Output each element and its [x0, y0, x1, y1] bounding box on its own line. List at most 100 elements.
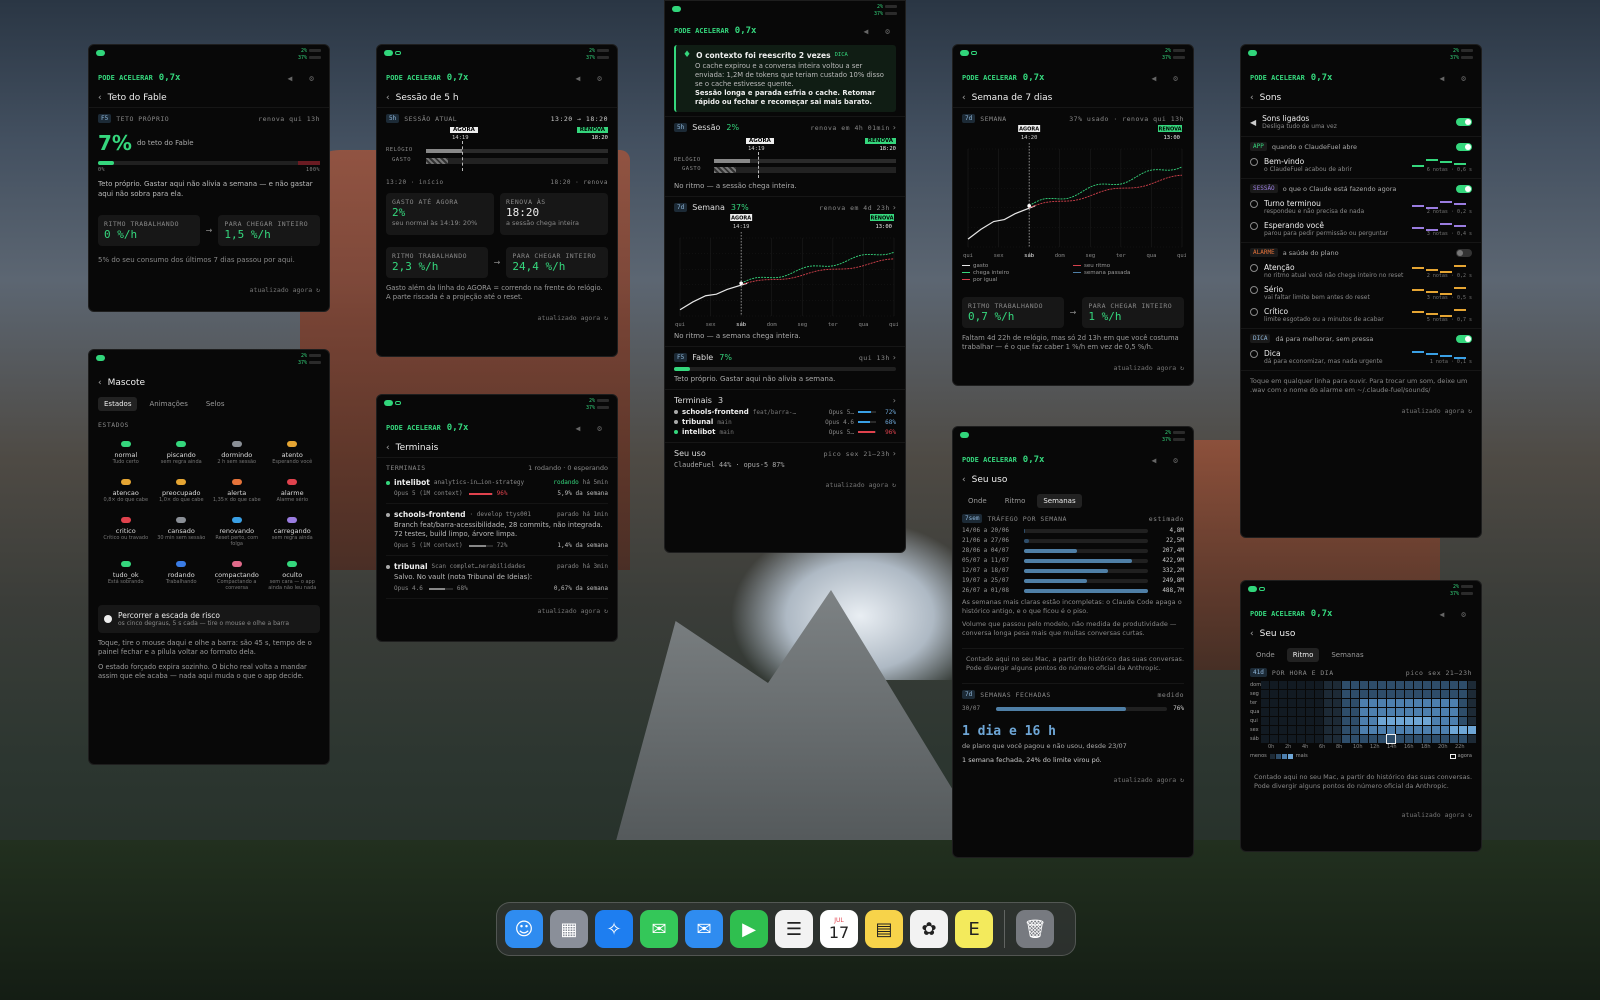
mascote-state[interactable]: atento Esperando você: [265, 441, 321, 465]
mascote-state[interactable]: atencao 0,8× do que cabe: [98, 479, 154, 503]
mascote-state[interactable]: dormindo 2 h sem sessão: [209, 441, 265, 465]
sound-settings-icon[interactable]: ◀ ⚙: [576, 424, 608, 433]
sound-item[interactable]: Atenção no ritmo atual você não chega int…: [1250, 263, 1472, 279]
usage-row[interactable]: Seu uso pico sex 21–23h › ClaudeFuel 44% ·…: [665, 442, 905, 475]
back-icon[interactable]: ‹: [386, 443, 390, 453]
mascote-state[interactable]: normal Tudo certo: [98, 441, 154, 465]
mascote-state[interactable]: tudo_ok Está sobrando: [98, 561, 154, 591]
notes-icon[interactable]: ▤: [865, 910, 903, 948]
tab-semanas[interactable]: Semanas: [1325, 648, 1369, 662]
back-icon[interactable]: ‹: [1250, 93, 1254, 103]
group-toggle[interactable]: [1456, 142, 1472, 151]
play-icon[interactable]: [1250, 158, 1258, 166]
mascote-state[interactable]: preocupado 1,0× do que cabe: [154, 479, 210, 503]
back-icon[interactable]: ‹: [386, 93, 390, 103]
tab-onde[interactable]: Onde: [1250, 648, 1281, 662]
reminders-icon[interactable]: ☰: [775, 910, 813, 948]
trash-icon[interactable]: 🗑: [1016, 910, 1054, 948]
terminal-item[interactable]: intelibot analytics-in…ion-strategy rodand…: [386, 472, 608, 504]
heat-cell: [1468, 717, 1477, 725]
terminal-item[interactable]: tribunal Scan complet…nerabilidades parado…: [386, 556, 608, 599]
group-toggle[interactable]: [1456, 248, 1472, 257]
sound-settings-icon[interactable]: ◀ ⚙: [576, 74, 608, 83]
dock-glyph: ✉: [651, 918, 667, 940]
mail-icon[interactable]: ✉: [685, 910, 723, 948]
play-icon[interactable]: [1250, 264, 1258, 272]
tab-ritmo[interactable]: Ritmo: [999, 494, 1032, 508]
back-icon[interactable]: ‹: [98, 93, 102, 103]
play-icon[interactable]: [1250, 200, 1258, 208]
terminals-row[interactable]: Terminais 3 › schools-frontend feat/barra-……: [665, 389, 905, 442]
group-toggle[interactable]: [1456, 184, 1472, 193]
week-bar: [1024, 528, 1148, 533]
sound-settings-icon[interactable]: ◀ ⚙: [864, 27, 896, 36]
tab-ritmo[interactable]: Ritmo: [1286, 648, 1320, 662]
mascote-state[interactable]: oculto sem cara — o app ainda não leu nad…: [265, 561, 321, 591]
safari-icon[interactable]: ✧: [595, 910, 633, 948]
terminal-summary-row[interactable]: intelibot main Opus 5… 96%: [674, 428, 896, 436]
play-icon[interactable]: [1250, 308, 1258, 316]
refresh-icon[interactable]: ↻: [1468, 811, 1472, 819]
terminal-summary-row[interactable]: tribunal main Opus 4.6 68%: [674, 418, 896, 426]
sound-settings-icon[interactable]: ◀ ⚙: [1152, 74, 1184, 83]
week-range: 21/06 a 27/06: [962, 537, 1009, 544]
refresh-icon[interactable]: ↻: [1180, 776, 1184, 784]
sound-settings-icon[interactable]: ◀ ⚙: [288, 74, 320, 83]
sound-item[interactable]: Bem-vindo o ClaudeFuel acabou de abrir 6 n…: [1250, 157, 1472, 173]
sound-item[interactable]: Dica dá para economizar, mas nada urgente…: [1250, 349, 1472, 365]
terminal-item[interactable]: schools-frontend · develop ttys001 parado h…: [386, 504, 608, 556]
back-icon[interactable]: ‹: [962, 93, 966, 103]
mascote-state[interactable]: alerta 1,35× do que cabe: [209, 479, 265, 503]
launchpad-icon[interactable]: ▦: [550, 910, 588, 948]
sound-settings-icon[interactable]: ◀ ⚙: [1152, 456, 1184, 465]
sound-master-row[interactable]: ◀ Sons ligados Desliga tudo de uma vez: [1241, 108, 1481, 137]
risk-ladder-button[interactable]: Percorrer a escada de risco os cinco degr…: [98, 605, 320, 633]
photos-icon[interactable]: ✿: [910, 910, 948, 948]
play-icon[interactable]: [1250, 222, 1258, 230]
facetime-icon[interactable]: ▶: [730, 910, 768, 948]
sound-item[interactable]: Sério vai faltar limite bem antes do rese…: [1250, 285, 1472, 301]
mascote-state[interactable]: carregando sem regra ainda: [265, 517, 321, 547]
session-row[interactable]: 5h Sessão 2% renova em 4h 01min › AGORA 14:1…: [665, 116, 905, 196]
tab-selos[interactable]: Selos: [200, 397, 231, 411]
refresh-icon[interactable]: ↻: [316, 286, 320, 294]
play-icon[interactable]: [1250, 350, 1258, 358]
mascote-state[interactable]: critico Crítico ou travado: [98, 517, 154, 547]
calendar-icon[interactable]: JUL 17: [820, 910, 858, 948]
sound-item[interactable]: Esperando você parou para pedir permissão…: [1250, 221, 1472, 237]
mascote-state[interactable]: alarme Alarme sério: [265, 479, 321, 503]
tab-onde[interactable]: Onde: [962, 494, 993, 508]
mascote-state[interactable]: cansado 30 min sem sessão: [154, 517, 210, 547]
heat-cell: [1261, 690, 1270, 698]
sound-master-toggle[interactable]: [1456, 118, 1472, 126]
panel-fable: 2% 37% PODE ACELERAR 0,7x ◀ ⚙ ‹ Teto do Fabl…: [88, 44, 330, 312]
sound-settings-icon[interactable]: ◀ ⚙: [1440, 74, 1472, 83]
fable-row[interactable]: F5 Fable 7% qui 13h › Teto próprio. Gastar a…: [665, 346, 905, 389]
claudefuel-icon[interactable]: E: [955, 910, 993, 948]
back-icon[interactable]: ‹: [98, 378, 102, 388]
sound-item[interactable]: Crítico limite esgotado ou a minutos de a…: [1250, 307, 1472, 323]
terminal-summary-row[interactable]: schools-frontend feat/barra-… Opus 5… 72%: [674, 408, 896, 416]
messages-icon[interactable]: ✉: [640, 910, 678, 948]
group-toggle[interactable]: [1456, 334, 1472, 343]
week-row[interactable]: 7d Semana 37% renova em 4d 23h › qui sex sáb do…: [665, 196, 905, 346]
mascote-state[interactable]: renovando Reset perto, com folga: [209, 517, 265, 547]
tab-estados[interactable]: Estados: [98, 397, 138, 411]
sound-settings-icon[interactable]: ◀ ⚙: [1440, 610, 1472, 619]
tab-semanas[interactable]: Semanas: [1037, 494, 1082, 508]
mascote-state[interactable]: rodando Trabalhando: [154, 561, 210, 591]
finder-icon[interactable]: ☺: [505, 910, 543, 948]
tab-animacoes[interactable]: Animações: [143, 397, 193, 411]
play-icon[interactable]: [1250, 286, 1258, 294]
refresh-icon[interactable]: ↻: [604, 607, 608, 615]
refresh-icon[interactable]: ↻: [1468, 407, 1472, 415]
refresh-icon[interactable]: ↻: [604, 314, 608, 322]
back-icon[interactable]: ‹: [962, 475, 966, 485]
refresh-icon[interactable]: ↻: [1180, 364, 1184, 372]
back-icon[interactable]: ‹: [1250, 629, 1254, 639]
mascote-state[interactable]: piscando sem regra ainda: [154, 441, 210, 465]
sound-item[interactable]: Turno terminou respondeu e não precisa de…: [1250, 199, 1472, 215]
day-tick: qua: [1146, 253, 1156, 259]
mascote-state[interactable]: compactando Compactando a conversa: [209, 561, 265, 591]
refresh-icon[interactable]: ↻: [892, 481, 896, 489]
